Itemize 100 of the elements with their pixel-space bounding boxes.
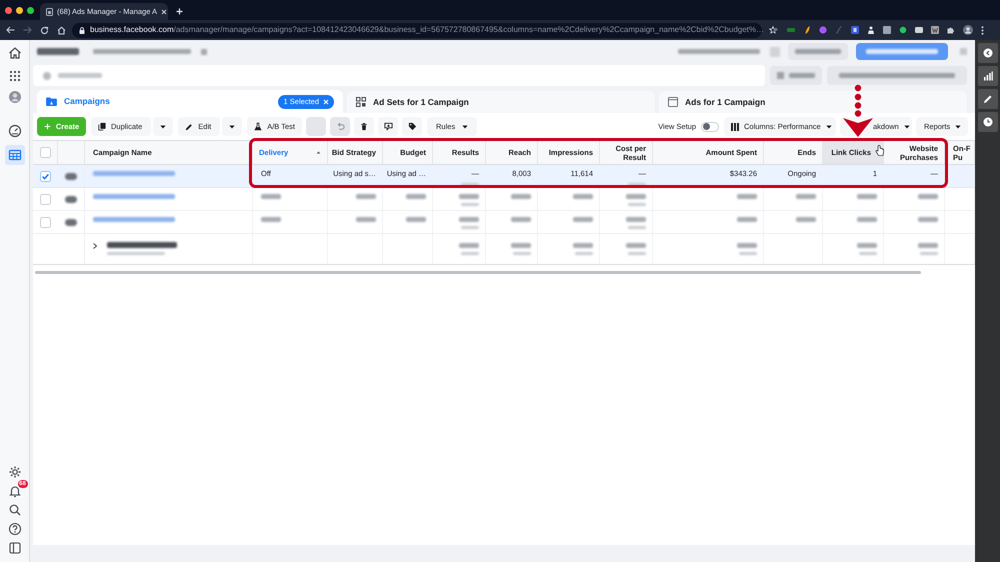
blurred-text [626, 243, 646, 248]
blurred-text [573, 243, 593, 248]
page-icon [46, 8, 53, 16]
folder-icon [46, 97, 57, 106]
reload-icon[interactable] [40, 26, 49, 34]
more-icon[interactable] [981, 26, 984, 34]
square-icon[interactable] [931, 26, 939, 34]
comment-button[interactable] [378, 117, 398, 136]
tile-icon[interactable] [787, 26, 795, 34]
window-close-button[interactable] [5, 6, 12, 14]
forward-arrow-icon[interactable] [23, 26, 32, 34]
flask-icon [254, 122, 262, 131]
dropdown-button[interactable] [222, 117, 242, 136]
hand-cursor-icon [875, 145, 884, 156]
blurred-text [356, 217, 376, 222]
undo-icon [336, 122, 345, 131]
blurred-text [107, 242, 177, 248]
trash-icon [360, 122, 368, 131]
gear-icon[interactable] [8, 465, 22, 479]
blurred-text [918, 217, 938, 222]
blurred-text [511, 243, 531, 248]
horizontal-scrollbar[interactable] [35, 271, 921, 274]
avatar-icon[interactable] [963, 25, 973, 35]
blurred-text [461, 183, 479, 186]
help-icon[interactable] [8, 522, 22, 536]
tab[interactable]: Ads for 1 Campaign [659, 91, 967, 113]
checkbox[interactable] [40, 216, 51, 228]
blurred-text [918, 194, 938, 199]
blurred-text [107, 252, 165, 255]
clock-icon[interactable] [978, 112, 998, 132]
bar-chart-icon[interactable] [978, 66, 998, 86]
copy-icon [98, 122, 106, 131]
back-arrow-icon[interactable] [6, 26, 15, 34]
puzzle-icon[interactable] [947, 26, 955, 34]
blurred-text [796, 194, 816, 199]
caret-icon [462, 124, 468, 128]
home-icon[interactable] [57, 26, 66, 34]
blurred-text [859, 252, 877, 255]
chevron-left-icon[interactable] [978, 43, 998, 63]
blurred-icon [960, 48, 967, 55]
delete-button[interactable] [354, 117, 374, 136]
caret-icon [826, 124, 832, 128]
blurred-text [406, 217, 426, 222]
blurred-text [866, 49, 938, 54]
dropdown-button[interactable] [153, 117, 174, 136]
blurred-text [628, 252, 646, 255]
blurred-text [789, 73, 815, 78]
pin-icon[interactable] [771, 26, 779, 34]
blurred-text [573, 194, 593, 199]
blurred-text [857, 194, 877, 199]
search-icon[interactable] [8, 503, 22, 517]
window-zoom-button[interactable] [27, 6, 34, 14]
bell-icon[interactable] [8, 484, 22, 498]
blurred-switch[interactable] [65, 218, 77, 226]
blurred-text [58, 73, 102, 78]
dot-icon[interactable] [899, 26, 907, 34]
tag-button[interactable] [402, 117, 422, 136]
blurred-text [795, 49, 841, 54]
chevron-right-icon[interactable] [93, 243, 97, 249]
comment-icon [384, 122, 393, 131]
blurred-text [261, 194, 281, 199]
caret-icon [160, 124, 166, 128]
blurred-text [857, 217, 877, 222]
grid-icon [356, 97, 366, 107]
checkbox[interactable] [40, 194, 51, 204]
tab[interactable]: Ad Sets for 1 Campaign [347, 91, 655, 113]
sort-arrow-icon [316, 151, 321, 154]
checkbox[interactable] [40, 147, 50, 158]
feather-icon[interactable] [803, 26, 811, 34]
square-icon[interactable] [851, 26, 859, 34]
side-panel-icon[interactable] [8, 541, 22, 555]
circle-icon[interactable] [819, 26, 827, 34]
bookmark-star-icon[interactable] [769, 26, 778, 34]
blurred-text [920, 252, 938, 255]
blurred-text [796, 217, 816, 222]
plus-icon[interactable] [176, 8, 183, 15]
checkbox[interactable] [40, 170, 51, 182]
blurred-text [461, 252, 479, 255]
window-minimize-button[interactable] [16, 6, 23, 14]
blurred-text [461, 203, 479, 206]
blurred-icon [201, 48, 207, 54]
columns-icon [731, 122, 739, 130]
toggle-switch[interactable] [701, 122, 719, 132]
table-icon[interactable] [4, 145, 24, 165]
pencil-icon [185, 122, 194, 130]
blurred-switch[interactable] [65, 196, 77, 202]
blurred-icon [770, 46, 780, 56]
person-icon[interactable] [867, 26, 875, 34]
search-field[interactable] [33, 65, 765, 86]
close-icon[interactable] [161, 8, 168, 14]
blurred-text [511, 194, 531, 199]
blurred-text [626, 194, 646, 199]
blurred-text [626, 217, 646, 222]
blurred-text [459, 243, 479, 248]
blurred-switch[interactable] [65, 172, 77, 180]
blurred-text [575, 252, 593, 255]
card-icon[interactable] [915, 26, 923, 34]
blurred-text [628, 183, 646, 186]
blurred-text [461, 226, 479, 229]
pencil-icon[interactable] [978, 89, 998, 109]
